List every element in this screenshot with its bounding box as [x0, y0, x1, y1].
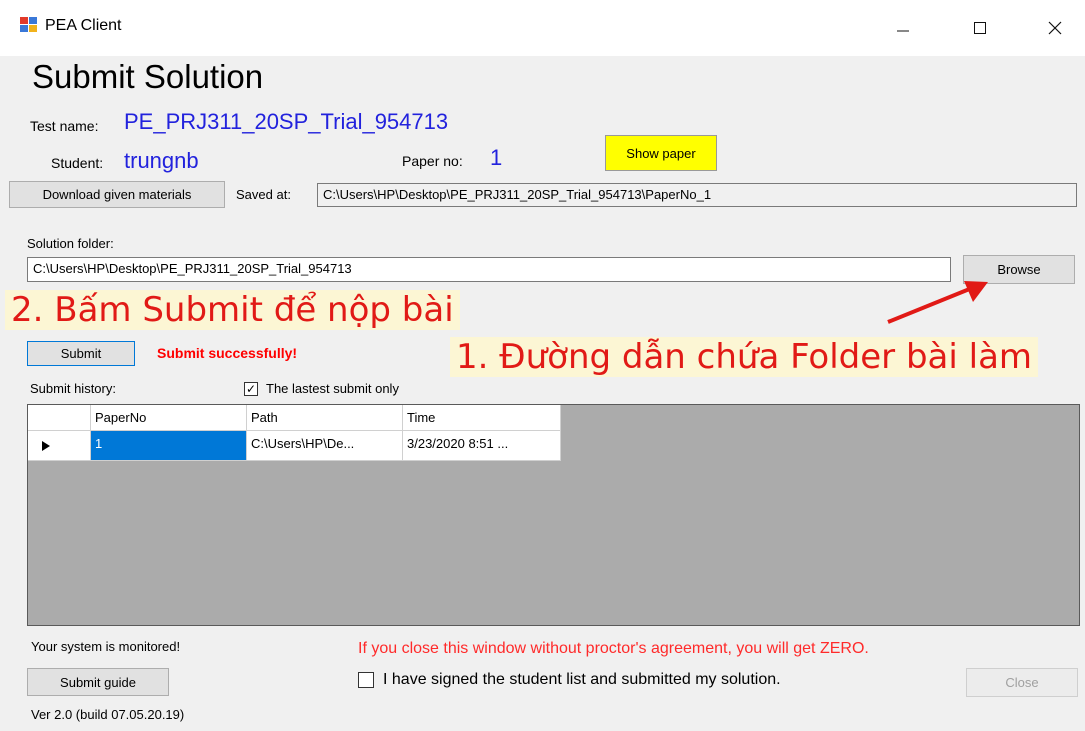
minimize-icon	[897, 30, 909, 32]
page-title: Submit Solution	[32, 58, 264, 95]
annotation-arrow-icon	[887, 281, 988, 324]
submit-history-grid[interactable]: PaperNo Path Time 1 C:\Users\HP\De... 3/…	[27, 404, 1080, 626]
submit-status-text: Submit successfully!	[157, 345, 298, 361]
version-text: Ver 2.0 (build 07.05.20.19)	[31, 707, 185, 722]
zero-warning-text: If you close this window without proctor…	[358, 640, 869, 657]
title-bar: PEA Client	[0, 0, 1085, 56]
paper-no-value: 1	[490, 145, 503, 170]
close-icon	[1048, 21, 1062, 35]
signed-checkbox[interactable]: I have signed the student list and submi…	[358, 671, 781, 689]
solution-folder-label: Solution folder:	[27, 236, 114, 251]
submit-history-label: Submit history:	[30, 381, 116, 396]
column-header-paperno[interactable]: PaperNo	[91, 405, 247, 431]
maximize-icon	[974, 22, 986, 34]
test-name-value: PE_PRJ311_20SP_Trial_954713	[124, 109, 449, 134]
latest-submit-label: The lastest submit only	[266, 381, 399, 396]
saved-at-label: Saved at:	[236, 187, 291, 202]
column-header-path[interactable]: Path	[247, 405, 403, 431]
grid-corner-header	[28, 405, 91, 431]
paper-no-label: Paper no:	[402, 153, 463, 169]
submit-button[interactable]: Submit	[27, 341, 135, 366]
annotation-step-1: 1. Đường dẫn chứa Folder bài làm	[450, 337, 1039, 377]
window-title: PEA Client	[45, 17, 122, 34]
saved-at-field: C:\Users\HP\Desktop\PE_PRJ311_20SP_Trial…	[317, 183, 1077, 207]
download-materials-button[interactable]: Download given materials	[9, 181, 225, 208]
checkbox-unchecked-icon	[358, 672, 374, 688]
cell-path[interactable]: C:\Users\HP\De...	[247, 431, 403, 461]
annotation-step-2: 2. Bấm Submit để nộp bài	[5, 290, 460, 330]
maximize-button[interactable]	[957, 10, 1003, 46]
row-selector[interactable]	[28, 431, 91, 461]
close-button[interactable]: Close	[966, 668, 1078, 697]
cell-paperno[interactable]: 1	[91, 431, 247, 461]
app-icon	[20, 17, 38, 33]
submit-guide-button[interactable]: Submit guide	[27, 668, 169, 696]
row-pointer-icon	[42, 440, 50, 451]
test-name-label: Test name:	[30, 118, 99, 134]
cell-time[interactable]: 3/23/2020 8:51 ...	[403, 431, 561, 461]
signed-label: I have signed the student list and submi…	[383, 671, 781, 688]
show-paper-button[interactable]: Show paper	[605, 135, 717, 171]
checkbox-checked-icon: ✓	[244, 381, 258, 396]
latest-submit-checkbox[interactable]: ✓ The lastest submit only	[244, 381, 399, 396]
minimize-button[interactable]	[880, 10, 926, 46]
solution-folder-input[interactable]: C:\Users\HP\Desktop\PE_PRJ311_20SP_Trial…	[27, 257, 951, 282]
student-label: Student:	[51, 155, 104, 171]
student-value: trungnb	[124, 148, 199, 173]
close-window-button[interactable]	[1032, 10, 1078, 46]
column-header-time[interactable]: Time	[403, 405, 561, 431]
monitored-text: Your system is monitored!	[31, 639, 181, 654]
